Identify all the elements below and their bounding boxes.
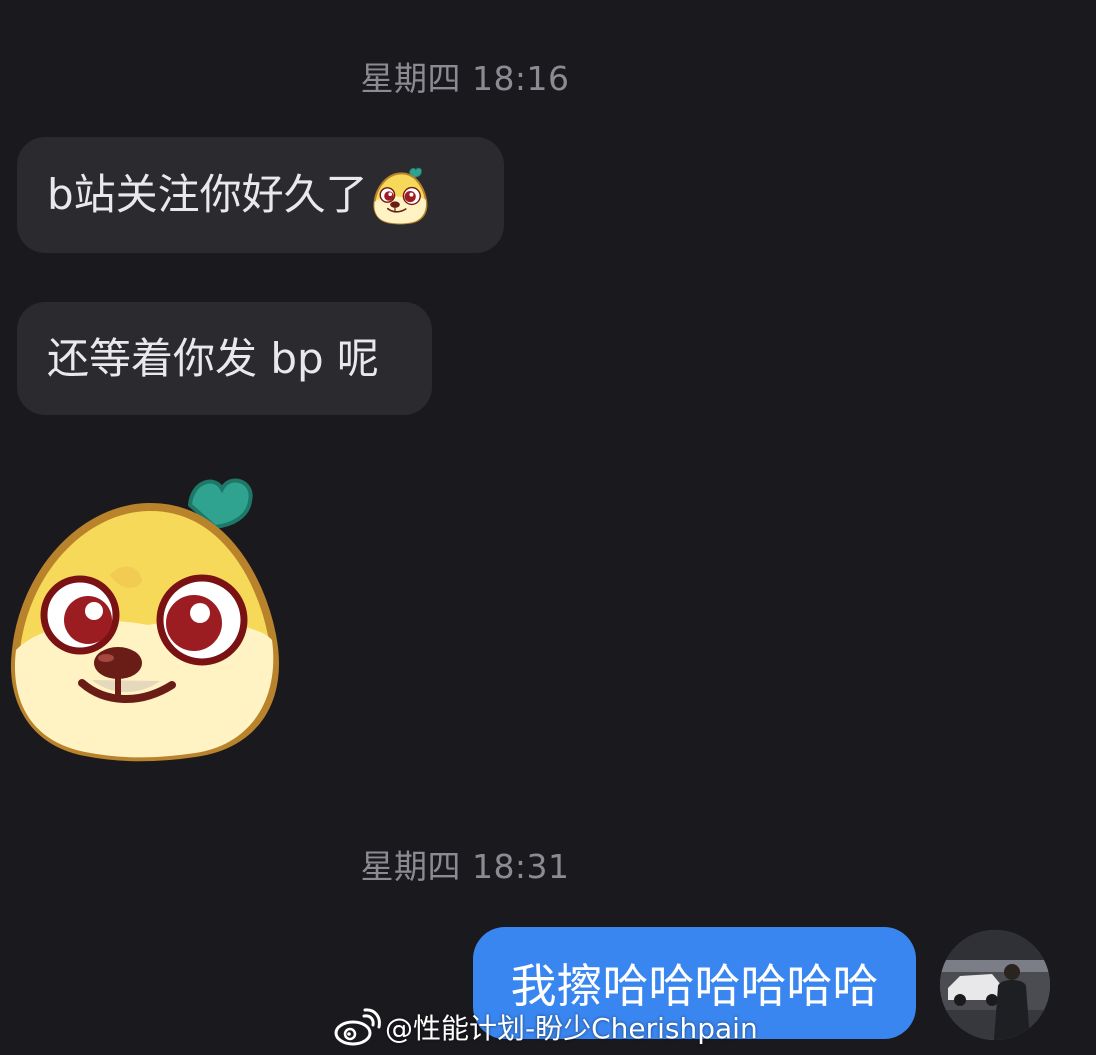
shiba-mango-sticker[interactable] [10,465,286,765]
user-avatar[interactable] [940,930,1050,1040]
weibo-logo-icon [334,1008,381,1046]
chat-screen: 星期四 18:16 b站关注你好久了 还等着你发 bp 呢 星期四 18:31 … [0,0,1096,1055]
incoming-message-2[interactable]: 还等着你发 bp 呢 [17,302,432,415]
message-2-text: 还等着你发 bp 呢 [47,333,380,383]
weibo-watermark: @性能计划-盼少Cherishpain [333,1006,758,1048]
watermark-text: @性能计划-盼少Cherishpain [385,1012,758,1045]
timestamp-2: 星期四 18:31 [360,847,570,886]
incoming-message-1[interactable]: b站关注你好久了 [17,137,504,253]
message-1-text: b站关注你好久了 [47,170,368,219]
shiba-mango-emoji-icon [373,167,428,225]
timestamp-1: 星期四 18:16 [360,59,570,98]
avatar-photo-icon [940,930,1050,1040]
